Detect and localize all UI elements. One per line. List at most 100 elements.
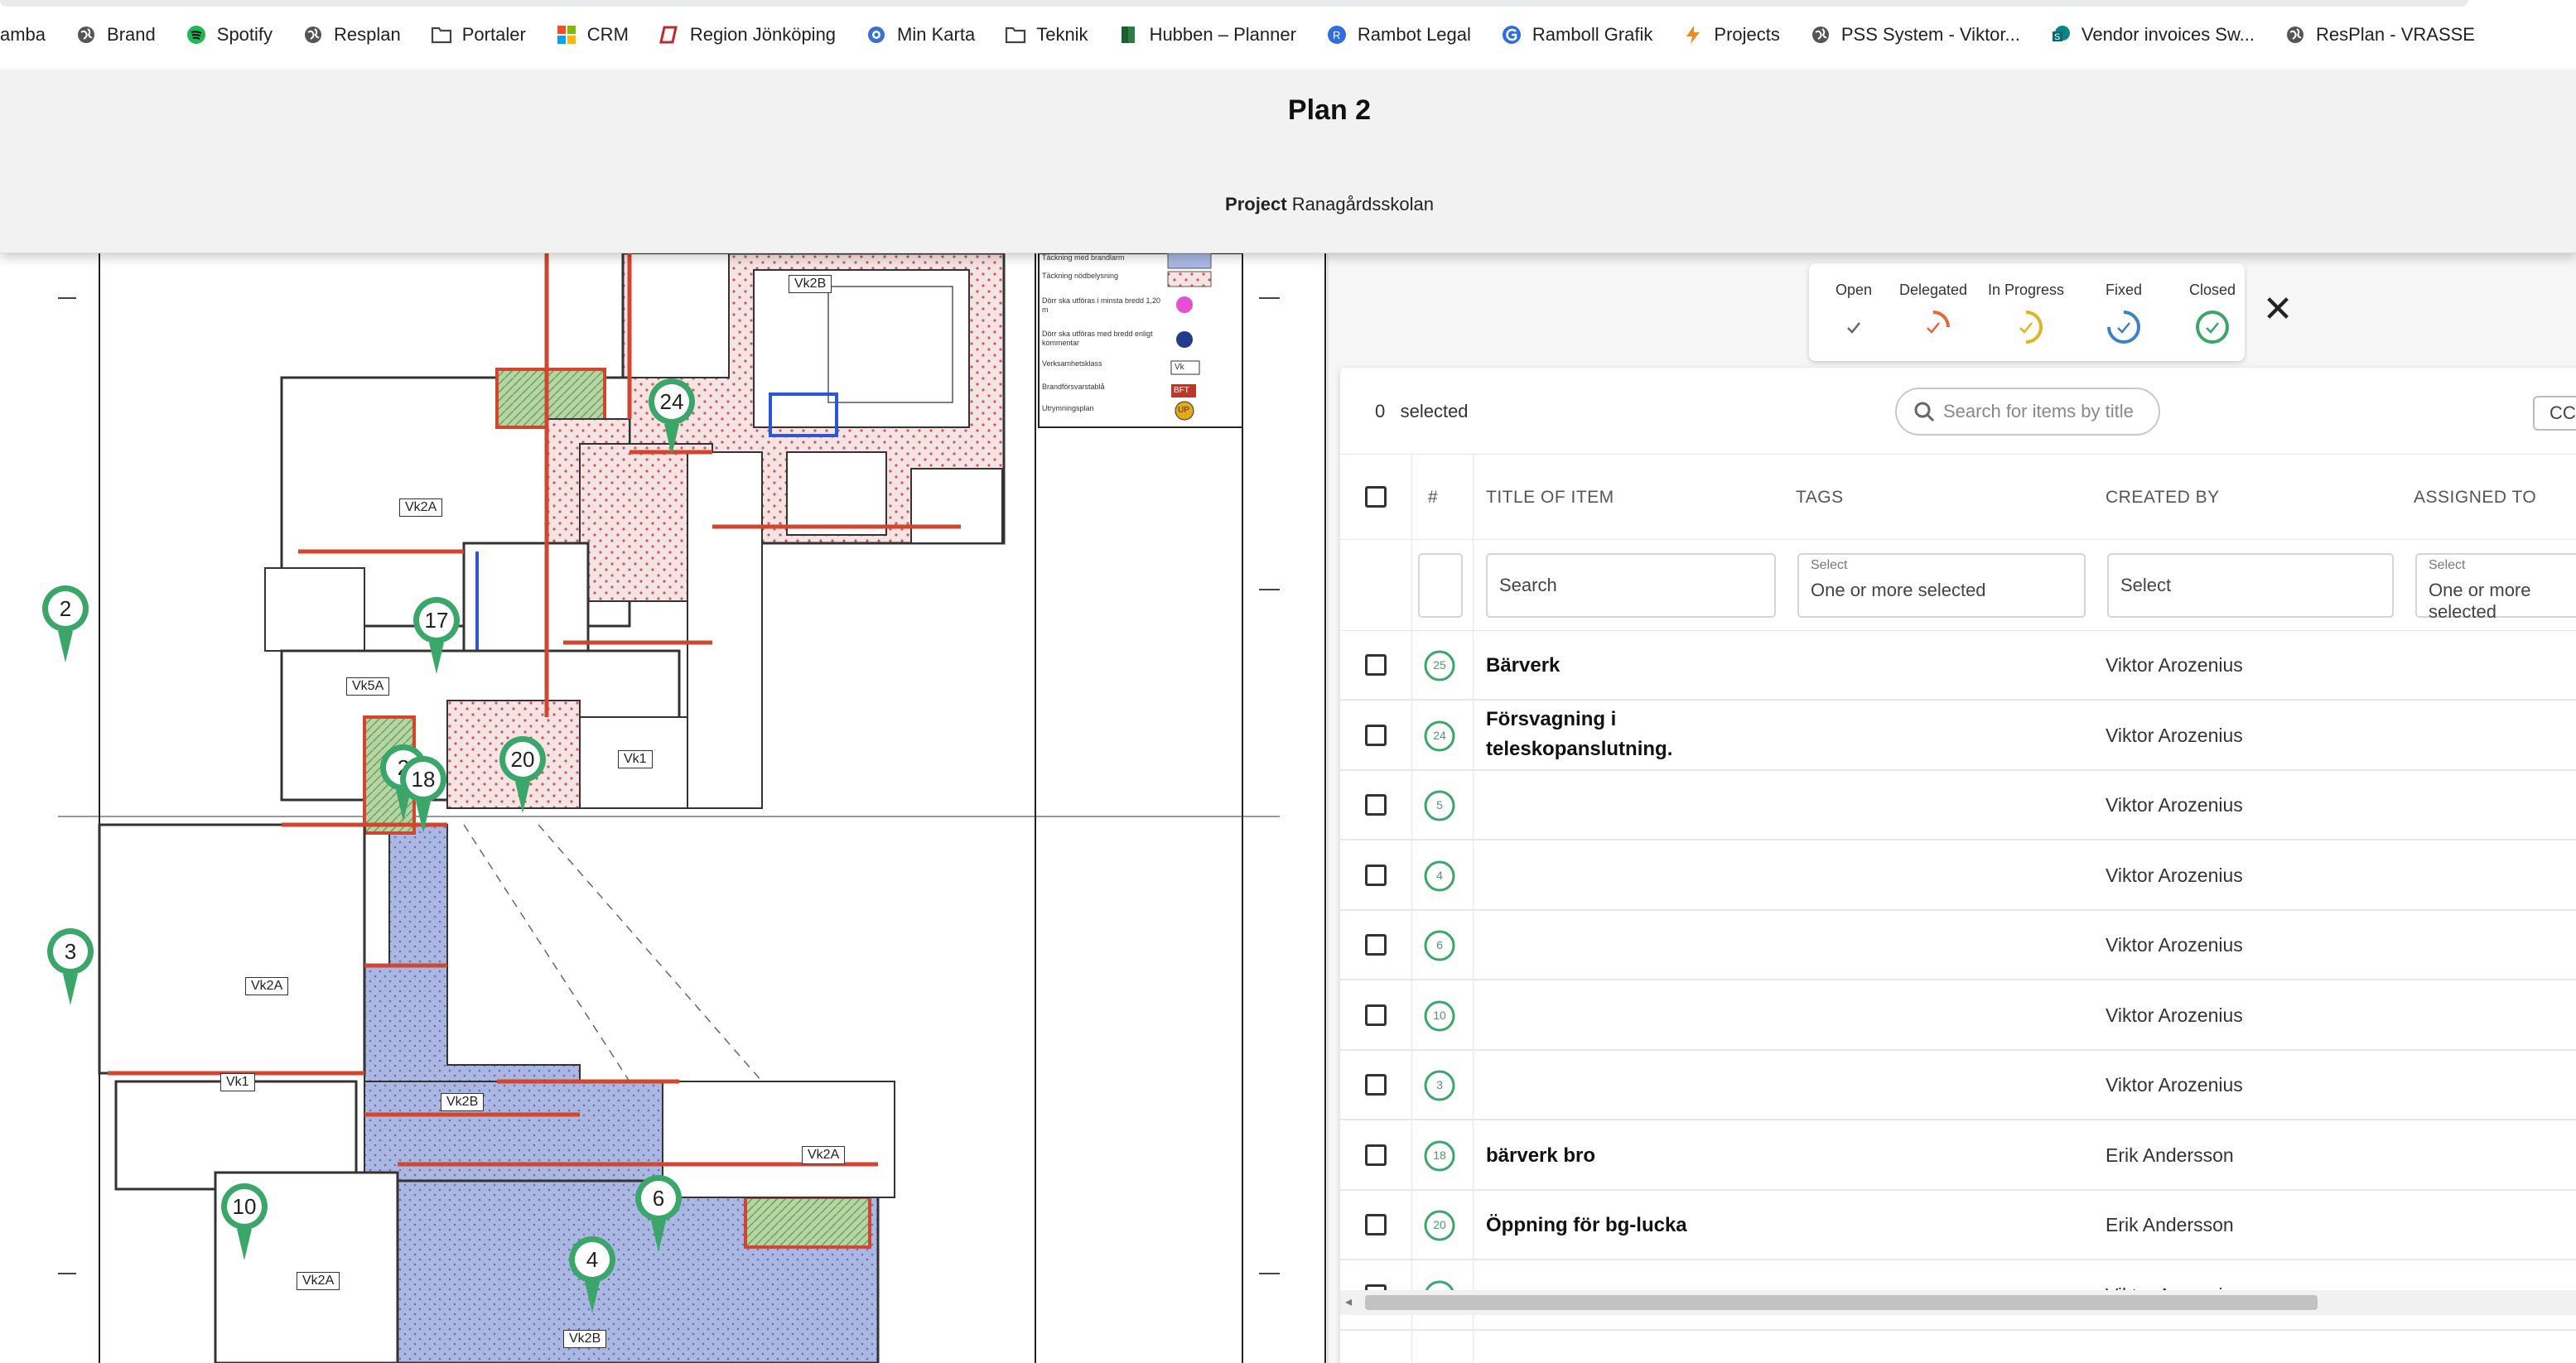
bookmark-item[interactable]: ResPlan - VRASSE	[2284, 12, 2493, 58]
pin-number: 2	[59, 596, 72, 621]
created-by-filter-select[interactable]: Select	[2107, 553, 2394, 618]
col-assigned-to[interactable]: ASSIGNED TO	[2414, 488, 2536, 508]
bookmark-item[interactable]: PSS System - Viktor...	[1810, 12, 2038, 58]
room-label: Vk2A	[802, 1146, 846, 1164]
item-number: 4	[1436, 868, 1443, 882]
table-row[interactable]: 20 Öppning för bg-lucka Erik Andersson	[1340, 1191, 2576, 1260]
folder-icon	[1005, 24, 1026, 46]
select-all-checkbox[interactable]	[1365, 486, 1387, 508]
col-tags[interactable]: TAGS	[1796, 488, 1844, 508]
pin-number: 6	[652, 1186, 665, 1211]
table-row[interactable]: 18 bärverk bro Erik Andersson	[1340, 1121, 2576, 1191]
planner-icon	[1118, 24, 1140, 46]
search-items-input[interactable]: Search for items by title	[1895, 388, 2160, 436]
bookmark-item[interactable]: Teknik	[1005, 12, 1106, 58]
title-filter-input[interactable]: Search	[1486, 553, 1776, 618]
status-label: Fixed	[2105, 282, 2142, 298]
region-icon	[658, 24, 680, 46]
bookmark-item[interactable]: S Vendor invoices Sw...	[2050, 12, 2273, 58]
row-checkbox[interactable]	[1365, 654, 1387, 676]
floor-plan-viewer[interactable]: Vk2B Vk2A Vk5A Vk1 Vk2A Vk1 Vk2B Vk2A Vk2A Vk2B T…	[0, 253, 1327, 1363]
issue-pin[interactable]: 20	[497, 734, 548, 816]
status-filter-open[interactable]: Open	[1808, 282, 1899, 347]
issue-pin[interactable]: 3	[45, 926, 96, 1009]
issue-pin[interactable]: 4	[567, 1234, 618, 1317]
projects-icon	[1682, 24, 1704, 46]
cc-button[interactable]: CC	[2533, 396, 2576, 431]
bookmark-item[interactable]: Hubben – Planner	[1118, 12, 1315, 58]
table-row[interactable]: 24 Försvagning i teleskopanslutning. Vikto…	[1340, 701, 2576, 771]
bookmark-item[interactable]: CRM	[556, 12, 647, 58]
table-row[interactable]: 4 Viktor Arozenius	[1340, 841, 2576, 911]
issue-pin[interactable]: 6	[633, 1173, 684, 1255]
bookmark-item[interactable]: Portaler	[431, 12, 544, 58]
item-number-badge: 4	[1423, 860, 1456, 893]
table-row[interactable]: 25 Bärverk Viktor Arozenius	[1340, 631, 2576, 701]
row-checkbox[interactable]	[1365, 724, 1387, 746]
issue-pin[interactable]: 2	[40, 583, 91, 666]
spotify-icon	[186, 24, 207, 46]
bookmark-item[interactable]: Brand	[75, 12, 174, 58]
bookmark-item[interactable]: Resplan	[302, 12, 419, 58]
bookmark-label: Portaler	[461, 24, 526, 45]
bookmark-item[interactable]: Ramboll Grafik	[1501, 12, 1671, 58]
bookmark-item[interactable]: Region Jönköping	[658, 12, 854, 58]
status-filter-delegated[interactable]: Delegated	[1888, 282, 1979, 347]
legend-symbol: Vk	[1175, 363, 1184, 372]
scroll-left-icon[interactable]: ◂	[1345, 1293, 1352, 1310]
col-number[interactable]: #	[1428, 488, 1438, 508]
status-filter-fixed[interactable]: Fixed	[2078, 282, 2169, 347]
bookmark-item[interactable]: Min Karta	[866, 12, 993, 58]
legend-entry: Dörr ska utföras med bredd enligt kommen…	[1042, 330, 1153, 347]
room-label: Vk1	[220, 1073, 255, 1091]
table-row[interactable]: 6 Viktor Arozenius	[1340, 911, 2576, 980]
row-checkbox[interactable]	[1365, 934, 1387, 956]
legend-symbol: UP	[1178, 406, 1189, 415]
row-checkbox[interactable]	[1365, 794, 1387, 816]
row-checkbox[interactable]	[1365, 1004, 1387, 1026]
pin-number: 18	[411, 767, 436, 792]
bookmark-item[interactable]: R Rambot Legal	[1326, 12, 1489, 58]
bookmark-item[interactable]: amba	[0, 12, 64, 58]
bookmark-item[interactable]: Spotify	[186, 12, 291, 58]
row-checkbox[interactable]	[1365, 864, 1387, 886]
issue-pin[interactable]: 24	[646, 376, 697, 459]
col-title[interactable]: TITLE OF ITEM	[1486, 488, 1614, 508]
issue-pin[interactable]: 18	[398, 754, 449, 836]
table-row[interactable]: 5 Viktor Arozenius	[1340, 771, 2576, 840]
bookmark-item[interactable]: Projects	[1682, 12, 1797, 58]
status-label: In Progress	[1987, 282, 2065, 298]
number-filter[interactable]	[1418, 553, 1463, 618]
status-filter-in-progress[interactable]: In Progress	[1980, 282, 2072, 347]
globe-icon	[302, 24, 324, 46]
issue-pin[interactable]: 10	[219, 1181, 270, 1264]
issue-pin[interactable]: 17	[411, 595, 462, 677]
bookmark-label: amba	[0, 24, 46, 45]
item-number: 5	[1436, 798, 1443, 812]
table-row[interactable]: 3 Viktor Arozenius	[1340, 1051, 2576, 1120]
row-checkbox[interactable]	[1365, 1144, 1387, 1166]
item-number: 20	[1433, 1218, 1446, 1231]
map-pin-icon	[221, 1183, 268, 1260]
item-number: 10	[1433, 1008, 1446, 1022]
bookmarks-bar: amba Brand Spotify Resplan Portaler CRM Region…	[0, 0, 2576, 70]
status-progress-icon	[2009, 311, 2043, 344]
row-checkbox[interactable]	[1365, 1214, 1387, 1235]
item-creator: Erik Andersson	[2106, 1214, 2234, 1235]
plan-header: Plan 2 Project Ranagårdsskolan	[0, 70, 2576, 253]
close-icon[interactable]: ✕	[2261, 291, 2294, 328]
status-progress-icon	[2107, 311, 2140, 344]
svg-text:R: R	[1333, 29, 1340, 41]
tags-filter-select[interactable]: Select One or more selected	[1797, 553, 2086, 618]
assigned-filter-select[interactable]: Select One or more selected	[2415, 553, 2576, 622]
row-checkbox[interactable]	[1365, 1074, 1387, 1096]
microsoft-icon	[556, 24, 577, 46]
map-pin-icon	[400, 756, 446, 833]
table-row[interactable]: 10 Viktor Arozenius	[1340, 981, 2576, 1051]
bookmark-label: Rambot Legal	[1357, 24, 1471, 45]
horizontal-scrollbar[interactable]: ◂	[1340, 1290, 2576, 1315]
status-filter-closed[interactable]: Closed	[2167, 282, 2258, 347]
legend-entry: Täckning med brandlarm	[1042, 253, 1125, 262]
col-created-by[interactable]: CREATED BY	[2106, 488, 2220, 508]
scrollbar-thumb[interactable]	[1365, 1295, 2318, 1310]
